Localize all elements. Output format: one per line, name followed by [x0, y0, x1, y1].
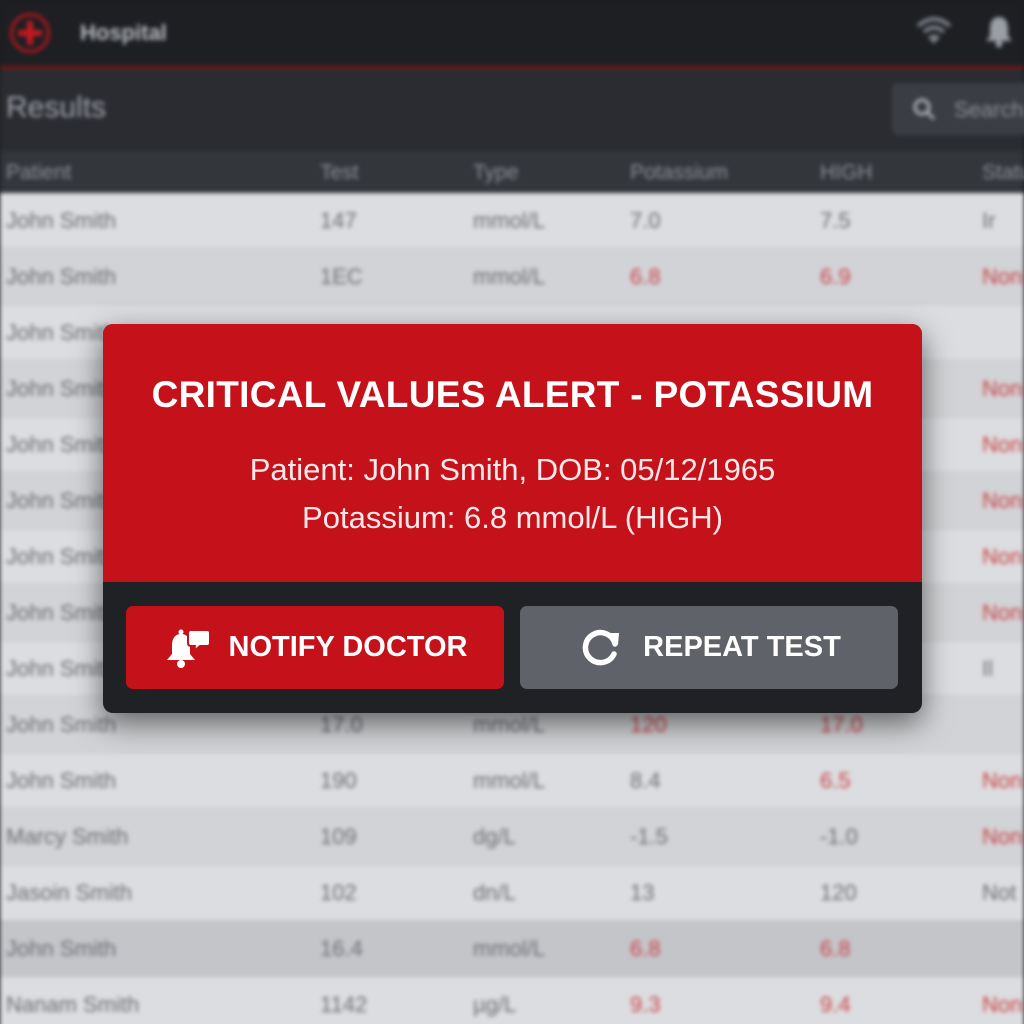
- cell-test: 102: [320, 880, 357, 905]
- cell-patient: John Smith: [6, 768, 117, 793]
- cell-status: Non: [982, 376, 1023, 401]
- search-box[interactable]: Search: [892, 83, 1024, 135]
- cell-type: mmol/L: [473, 768, 546, 793]
- red-cross-icon: [10, 13, 50, 53]
- cell-type: mmol/L: [473, 264, 546, 289]
- results-header: Results Search: [0, 69, 1024, 151]
- repeat-test-button[interactable]: REPEAT TEST: [520, 606, 898, 689]
- cell-type: mmol/L: [473, 936, 546, 961]
- cell-type: mmol/L: [473, 208, 546, 233]
- cell-patient: John Smith: [6, 544, 117, 569]
- cell-high: 7.5: [820, 208, 851, 233]
- cell-high: 9.4: [820, 992, 851, 1017]
- cell-patient: John Smith: [6, 712, 117, 737]
- wifi-icon[interactable]: [916, 16, 952, 46]
- cell-status: Not: [982, 880, 1017, 905]
- cell-test: 190: [320, 768, 357, 793]
- alert-value-info: Potassium: 6.8 mmol/L (HIGH): [302, 500, 723, 535]
- cell-test: 109: [320, 824, 357, 849]
- cell-potassium: 7.0: [630, 208, 661, 233]
- cell-potassium: 120: [630, 712, 667, 737]
- cell-patient: Marcy Smith: [6, 824, 129, 849]
- page-title: Results: [6, 91, 107, 124]
- cell-status: Non: [982, 544, 1023, 569]
- cell-patient: Jasoin Smith: [6, 880, 132, 905]
- cell-status: Non: [982, 824, 1023, 849]
- cell-patient: John Smith: [6, 320, 117, 345]
- cell-status: Il: [982, 656, 993, 681]
- cell-patient: John Smith: [6, 488, 117, 513]
- cell-test: 147: [320, 208, 357, 233]
- table-row[interactable]: John Smith 1EC mmol/L 6.8 6.9 Non: [0, 249, 1024, 305]
- brand-name: Hospital: [80, 20, 167, 45]
- table-header: Patient Test Type Potassium HIGH Status: [0, 151, 1024, 193]
- cell-test: 17.0: [320, 712, 363, 737]
- cell-patient: John Smith: [6, 600, 117, 625]
- cell-status: Non: [982, 992, 1023, 1017]
- cell-high: -1.0: [820, 824, 858, 849]
- table-row[interactable]: John Smith 16.4 mmol/L 6.8 6.8: [0, 921, 1024, 977]
- cell-high: 6.5: [820, 768, 851, 793]
- search-input[interactable]: Search: [954, 97, 1024, 123]
- cell-potassium: 6.8: [630, 936, 661, 961]
- cell-test: 16.4: [320, 936, 363, 961]
- column-header-high[interactable]: HIGH: [820, 161, 873, 185]
- column-header-test[interactable]: Test: [320, 161, 359, 185]
- cell-high: 6.8: [820, 936, 851, 961]
- cell-status: Ir: [982, 208, 996, 233]
- cell-patient: John Smith: [6, 208, 117, 233]
- cell-high: 6.9: [820, 264, 851, 289]
- cell-status: Non: [982, 768, 1023, 793]
- cell-test: 1EC: [320, 264, 363, 289]
- column-header-patient[interactable]: Patient: [6, 161, 71, 185]
- cell-test: 1142: [320, 992, 368, 1017]
- top-bar: Hospital: [0, 0, 1024, 66]
- cell-potassium: 8.4: [630, 768, 661, 793]
- table-row[interactable]: John Smith 190 mmol/L 8.4 6.5 Non: [0, 753, 1024, 809]
- table-row[interactable]: John Smith 147 mmol/L 7.0 7.5 Ir: [0, 193, 1024, 249]
- cell-patient: John Smith: [6, 432, 117, 457]
- cell-type: dn/L: [473, 880, 516, 905]
- table-row[interactable]: Marcy Smith 109 dg/L -1.5 -1.0 Non: [0, 809, 1024, 865]
- alert-header: CRITICAL VALUES ALERT - POTASSIUM Patien…: [103, 324, 922, 582]
- critical-alert-dialog: CRITICAL VALUES ALERT - POTASSIUM Patien…: [103, 324, 922, 713]
- cell-patient: John Smith: [6, 936, 117, 961]
- cell-potassium: -1.5: [630, 824, 668, 849]
- cell-status: Non: [982, 432, 1023, 457]
- cell-patient: Nanam Smith: [6, 992, 140, 1017]
- cell-status: Non: [982, 488, 1023, 513]
- app-window: Hospital Results Search Patient Test Typ…: [0, 0, 1024, 1024]
- cell-potassium: 9.3: [630, 992, 661, 1017]
- cell-potassium: 6.8: [630, 264, 661, 289]
- cell-type: µg/L: [473, 992, 517, 1017]
- cell-status: Non: [982, 600, 1023, 625]
- cell-potassium: 13: [630, 880, 655, 905]
- bell-chat-icon: [166, 628, 211, 668]
- table-row[interactable]: Nanam Smith 1142 µg/L 9.3 9.4 Non: [0, 977, 1024, 1024]
- cell-patient: John Smith: [6, 656, 117, 681]
- cell-type: dg/L: [473, 824, 516, 849]
- cell-type: mmol/L: [473, 712, 546, 737]
- cell-patient: John Smith: [6, 376, 117, 401]
- column-header-type[interactable]: Type: [473, 161, 519, 185]
- refresh-icon: [582, 629, 620, 665]
- column-header-potassium[interactable]: Potassium: [630, 161, 728, 185]
- alert-patient-info: Patient: John Smith, DOB: 05/12/1965: [249, 452, 776, 487]
- notify-doctor-button[interactable]: NOTIFY DOCTOR: [126, 606, 504, 689]
- alert-title: CRITICAL VALUES ALERT - POTASSIUM: [151, 374, 874, 415]
- bell-icon[interactable]: [982, 14, 1016, 48]
- notify-doctor-label: NOTIFY DOCTOR: [228, 631, 468, 663]
- column-header-status[interactable]: Status: [982, 161, 1024, 185]
- search-icon: [913, 98, 936, 121]
- cell-patient: John Smith: [6, 264, 117, 289]
- repeat-test-label: REPEAT TEST: [643, 631, 841, 663]
- cell-high: 120: [820, 880, 857, 905]
- table-row[interactable]: Jasoin Smith 102 dn/L 13 120 Not: [0, 865, 1024, 921]
- cell-status: Non: [982, 264, 1023, 289]
- cell-high: 17.0: [820, 712, 863, 737]
